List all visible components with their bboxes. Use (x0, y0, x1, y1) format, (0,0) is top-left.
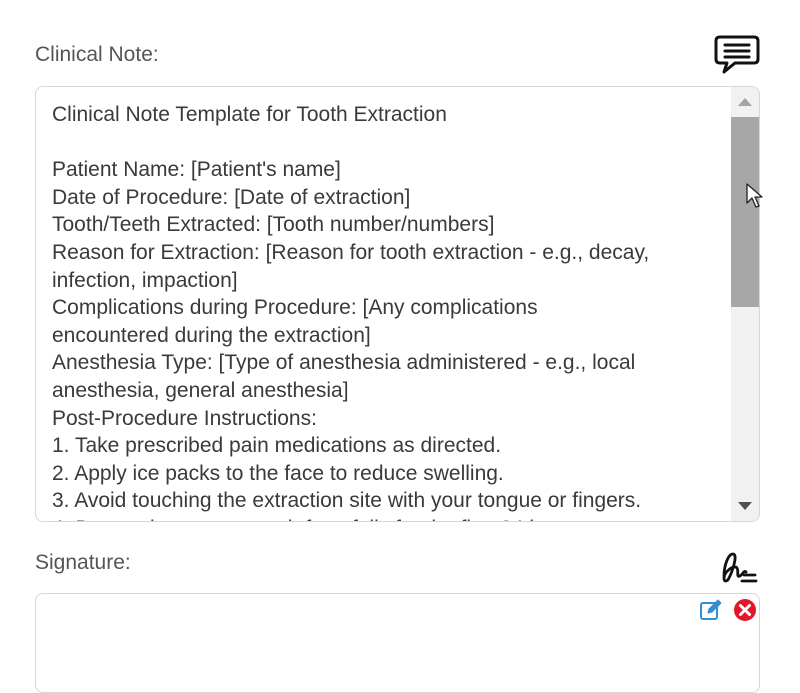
signature-label: Signature: (35, 551, 131, 574)
message-lines-icon[interactable] (713, 32, 761, 76)
scroll-down-arrow-icon[interactable] (738, 502, 752, 510)
signature-pad[interactable] (35, 593, 760, 693)
scroll-up-arrow-icon[interactable] (738, 98, 752, 106)
note-scrollbar[interactable] (731, 87, 759, 521)
clinical-note-textarea[interactable]: Clinical Note Template for Tooth Extract… (35, 86, 760, 522)
signature-icon[interactable] (718, 548, 758, 586)
scroll-thumb[interactable] (731, 117, 759, 307)
clinical-note-label: Clinical Note: (35, 43, 159, 66)
edit-pencil-icon[interactable] (699, 598, 723, 622)
close-circle-icon[interactable] (733, 598, 757, 622)
clinical-note-text[interactable]: Clinical Note Template for Tooth Extract… (52, 101, 715, 521)
